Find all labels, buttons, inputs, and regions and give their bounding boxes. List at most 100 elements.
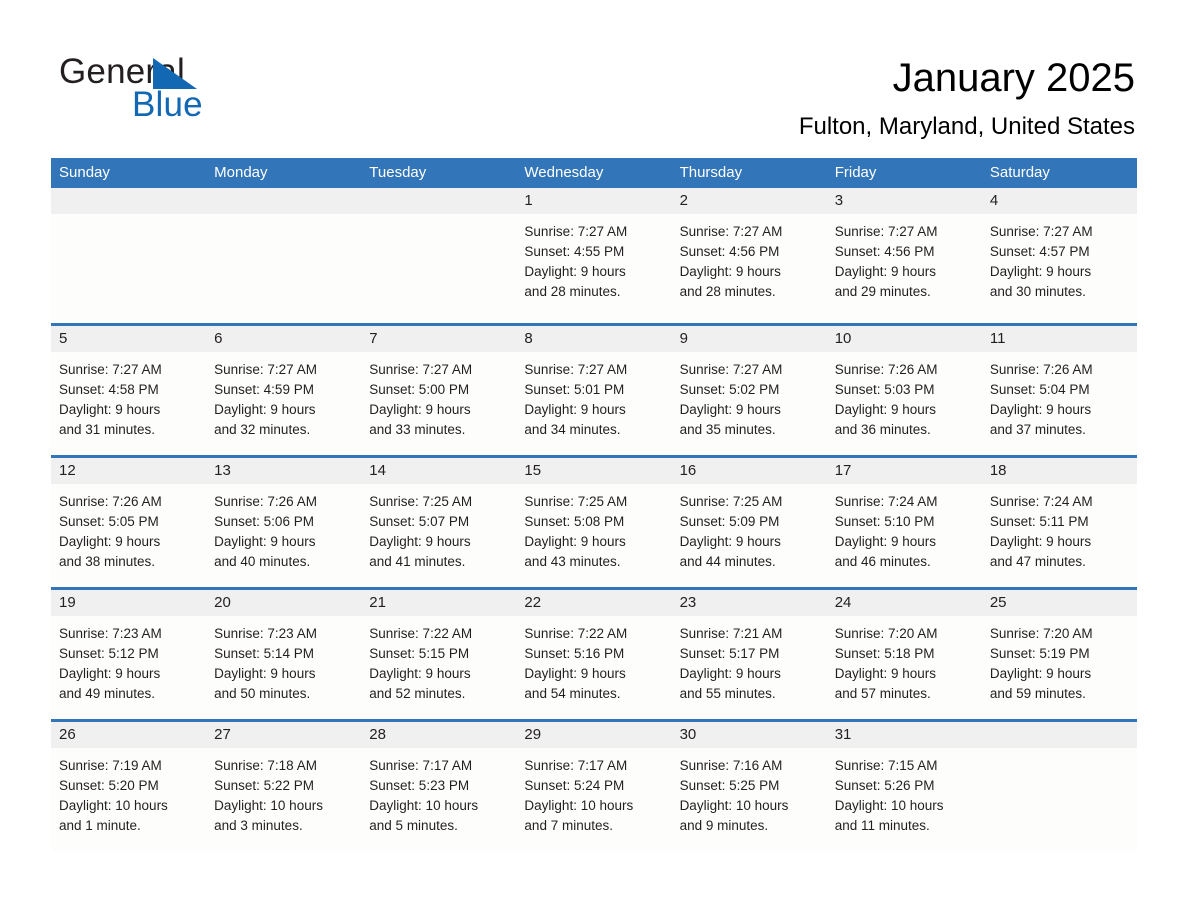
calendar-day-cell[interactable]: 28 Sunrise: 7:17 AM Sunset: 5:23 PM Dayl…: [361, 722, 517, 851]
calendar-day-cell[interactable]: 17 Sunrise: 7:24 AM Sunset: 5:10 PM Dayl…: [826, 458, 982, 587]
calendar-day-cell[interactable]: 1 Sunrise: 7:27 AM Sunset: 4:55 PM Dayli…: [516, 188, 672, 323]
calendar-day-cell[interactable]: [206, 188, 362, 323]
daylight-text-line1: Daylight: 9 hours: [989, 666, 1092, 681]
calendar-day-cell[interactable]: 25 Sunrise: 7:20 AM Sunset: 5:19 PM Dayl…: [981, 590, 1137, 719]
daylight-text-line1: Daylight: 9 hours: [834, 264, 937, 279]
day-details: Sunrise: 7:20 AM Sunset: 5:18 PM Dayligh…: [827, 616, 982, 704]
day-number-band: [981, 722, 1137, 748]
sunset-text: Sunset: 4:58 PM: [59, 382, 159, 397]
daylight-text-line2: and 40 minutes.: [214, 554, 311, 569]
day-number: 20: [214, 594, 231, 611]
sunset-text: Sunset: 4:56 PM: [679, 244, 780, 259]
sunset-text: Sunset: 5:10 PM: [834, 514, 935, 529]
calendar-day-cell[interactable]: 5 Sunrise: 7:27 AM Sunset: 4:58 PM Dayli…: [51, 326, 207, 455]
daylight-text-line2: and 34 minutes.: [524, 422, 621, 437]
calendar-day-cell[interactable]: [51, 188, 207, 323]
daylight-text-line2: and 30 minutes.: [989, 284, 1086, 299]
day-number: 26: [59, 726, 76, 743]
calendar-day-cell[interactable]: 22 Sunrise: 7:22 AM Sunset: 5:16 PM Dayl…: [516, 590, 672, 719]
calendar-day-cell[interactable]: 29 Sunrise: 7:17 AM Sunset: 5:24 PM Dayl…: [516, 722, 672, 851]
day-number: 8: [524, 330, 533, 347]
day-details: Sunrise: 7:27 AM Sunset: 4:55 PM Dayligh…: [516, 214, 671, 302]
daylight-text-line1: Daylight: 9 hours: [989, 402, 1092, 417]
daylight-text-line2: and 57 minutes.: [834, 686, 931, 701]
sunrise-text: Sunrise: 7:27 AM: [679, 224, 783, 239]
calendar-weekday-header: Sunday Monday Tuesday Wednesday Thursday…: [51, 158, 1137, 188]
weekday-header-wednesday: Wednesday: [524, 164, 604, 181]
daylight-text-line1: Daylight: 9 hours: [834, 534, 937, 549]
sunrise-text: Sunrise: 7:26 AM: [59, 494, 162, 509]
calendar-day-cell[interactable]: 8 Sunrise: 7:27 AM Sunset: 5:01 PM Dayli…: [516, 326, 672, 455]
calendar-day-cell[interactable]: 14 Sunrise: 7:25 AM Sunset: 5:07 PM Dayl…: [361, 458, 517, 587]
calendar-day-cell[interactable]: [981, 722, 1137, 851]
calendar-day-cell[interactable]: 26 Sunrise: 7:19 AM Sunset: 5:20 PM Dayl…: [51, 722, 207, 851]
daylight-text-line2: and 55 minutes.: [679, 686, 776, 701]
calendar-day-cell[interactable]: 4 Sunrise: 7:27 AM Sunset: 4:57 PM Dayli…: [981, 188, 1137, 323]
general-blue-logo[interactable]: General Blue: [59, 52, 359, 132]
daylight-text-line2: and 49 minutes.: [59, 686, 156, 701]
sunset-text: Sunset: 5:01 PM: [524, 382, 625, 397]
calendar-day-cell[interactable]: 13 Sunrise: 7:26 AM Sunset: 5:06 PM Dayl…: [206, 458, 362, 587]
daylight-text-line1: Daylight: 9 hours: [989, 264, 1092, 279]
daylight-text-line1: Daylight: 9 hours: [59, 534, 161, 549]
daylight-text-line2: and 31 minutes.: [59, 422, 156, 437]
day-number: 10: [834, 330, 852, 347]
day-details: Sunrise: 7:26 AM Sunset: 5:06 PM Dayligh…: [206, 484, 361, 572]
sunrise-text: Sunrise: 7:27 AM: [214, 362, 317, 377]
weekday-header-tuesday: Tuesday: [369, 164, 427, 181]
sunset-text: Sunset: 5:18 PM: [834, 646, 935, 661]
calendar-day-cell[interactable]: [361, 188, 517, 323]
sunset-text: Sunset: 4:55 PM: [524, 244, 625, 259]
calendar-day-cell[interactable]: 31 Sunrise: 7:15 AM Sunset: 5:26 PM Dayl…: [826, 722, 982, 851]
daylight-text-line2: and 50 minutes.: [214, 686, 311, 701]
daylight-text-line1: Daylight: 9 hours: [679, 402, 781, 417]
daylight-text-line1: Daylight: 10 hours: [679, 798, 789, 813]
calendar-day-cell[interactable]: 30 Sunrise: 7:16 AM Sunset: 5:25 PM Dayl…: [671, 722, 827, 851]
calendar-day-cell[interactable]: 7 Sunrise: 7:27 AM Sunset: 5:00 PM Dayli…: [361, 326, 517, 455]
day-number: 22: [524, 594, 542, 611]
day-number: 6: [214, 330, 223, 347]
day-number: 16: [679, 462, 697, 479]
calendar-page: General Blue January 2025 Fulton, Maryla…: [0, 0, 1188, 918]
day-number: 21: [369, 594, 386, 611]
day-details: Sunrise: 7:27 AM Sunset: 4:59 PM Dayligh…: [206, 352, 361, 440]
calendar-day-cell[interactable]: 10 Sunrise: 7:26 AM Sunset: 5:03 PM Dayl…: [826, 326, 982, 455]
day-number-band: [826, 188, 982, 214]
daylight-text-line2: and 47 minutes.: [989, 554, 1086, 569]
day-details: Sunrise: 7:21 AM Sunset: 5:17 PM Dayligh…: [672, 616, 827, 704]
calendar-day-cell[interactable]: 2 Sunrise: 7:27 AM Sunset: 4:56 PM Dayli…: [671, 188, 827, 323]
sunrise-text: Sunrise: 7:23 AM: [214, 626, 317, 641]
daylight-text-line2: and 28 minutes.: [679, 284, 776, 299]
day-number: 15: [524, 462, 542, 479]
sunrise-text: Sunrise: 7:27 AM: [834, 224, 938, 239]
daylight-text-line2: and 33 minutes.: [369, 422, 466, 437]
calendar-day-cell[interactable]: 9 Sunrise: 7:27 AM Sunset: 5:02 PM Dayli…: [671, 326, 827, 455]
calendar-day-cell[interactable]: 27 Sunrise: 7:18 AM Sunset: 5:22 PM Dayl…: [206, 722, 362, 851]
sunset-text: Sunset: 4:59 PM: [214, 382, 314, 397]
calendar-day-cell[interactable]: 19 Sunrise: 7:23 AM Sunset: 5:12 PM Dayl…: [51, 590, 207, 719]
calendar-day-cell[interactable]: 6 Sunrise: 7:27 AM Sunset: 4:59 PM Dayli…: [206, 326, 362, 455]
calendar-day-cell[interactable]: 20 Sunrise: 7:23 AM Sunset: 5:14 PM Dayl…: [206, 590, 362, 719]
page-header: General Blue January 2025 Fulton, Maryla…: [0, 0, 1188, 158]
daylight-text-line1: Daylight: 9 hours: [369, 666, 471, 681]
page-subtitle-location: Fulton, Maryland, United States: [798, 113, 1135, 140]
sunset-text: Sunset: 5:17 PM: [679, 646, 780, 661]
sunrise-text: Sunrise: 7:19 AM: [59, 758, 162, 773]
calendar-day-cell[interactable]: 21 Sunrise: 7:22 AM Sunset: 5:15 PM Dayl…: [361, 590, 517, 719]
day-details: Sunrise: 7:27 AM Sunset: 4:56 PM Dayligh…: [827, 214, 982, 302]
calendar-day-cell[interactable]: 3 Sunrise: 7:27 AM Sunset: 4:56 PM Dayli…: [826, 188, 982, 323]
calendar-day-cell[interactable]: 16 Sunrise: 7:25 AM Sunset: 5:09 PM Dayl…: [671, 458, 827, 587]
day-details: Sunrise: 7:23 AM Sunset: 5:14 PM Dayligh…: [206, 616, 361, 704]
calendar-day-cell[interactable]: 11 Sunrise: 7:26 AM Sunset: 5:04 PM Dayl…: [981, 326, 1137, 455]
calendar-day-cell[interactable]: 15 Sunrise: 7:25 AM Sunset: 5:08 PM Dayl…: [516, 458, 672, 587]
daylight-text-line2: and 29 minutes.: [834, 284, 931, 299]
sunrise-text: Sunrise: 7:27 AM: [369, 362, 473, 377]
sunrise-text: Sunrise: 7:20 AM: [834, 626, 938, 641]
calendar-day-cell[interactable]: 24 Sunrise: 7:20 AM Sunset: 5:18 PM Dayl…: [826, 590, 982, 719]
day-details: Sunrise: 7:18 AM Sunset: 5:22 PM Dayligh…: [206, 748, 361, 836]
day-details: Sunrise: 7:22 AM Sunset: 5:15 PM Dayligh…: [361, 616, 516, 704]
calendar-day-cell[interactable]: 18 Sunrise: 7:24 AM Sunset: 5:11 PM Dayl…: [981, 458, 1137, 587]
calendar-day-cell[interactable]: 12 Sunrise: 7:26 AM Sunset: 5:05 PM Dayl…: [51, 458, 207, 587]
calendar-day-cell[interactable]: 23 Sunrise: 7:21 AM Sunset: 5:17 PM Dayl…: [671, 590, 827, 719]
day-details: Sunrise: 7:27 AM Sunset: 5:00 PM Dayligh…: [361, 352, 516, 440]
